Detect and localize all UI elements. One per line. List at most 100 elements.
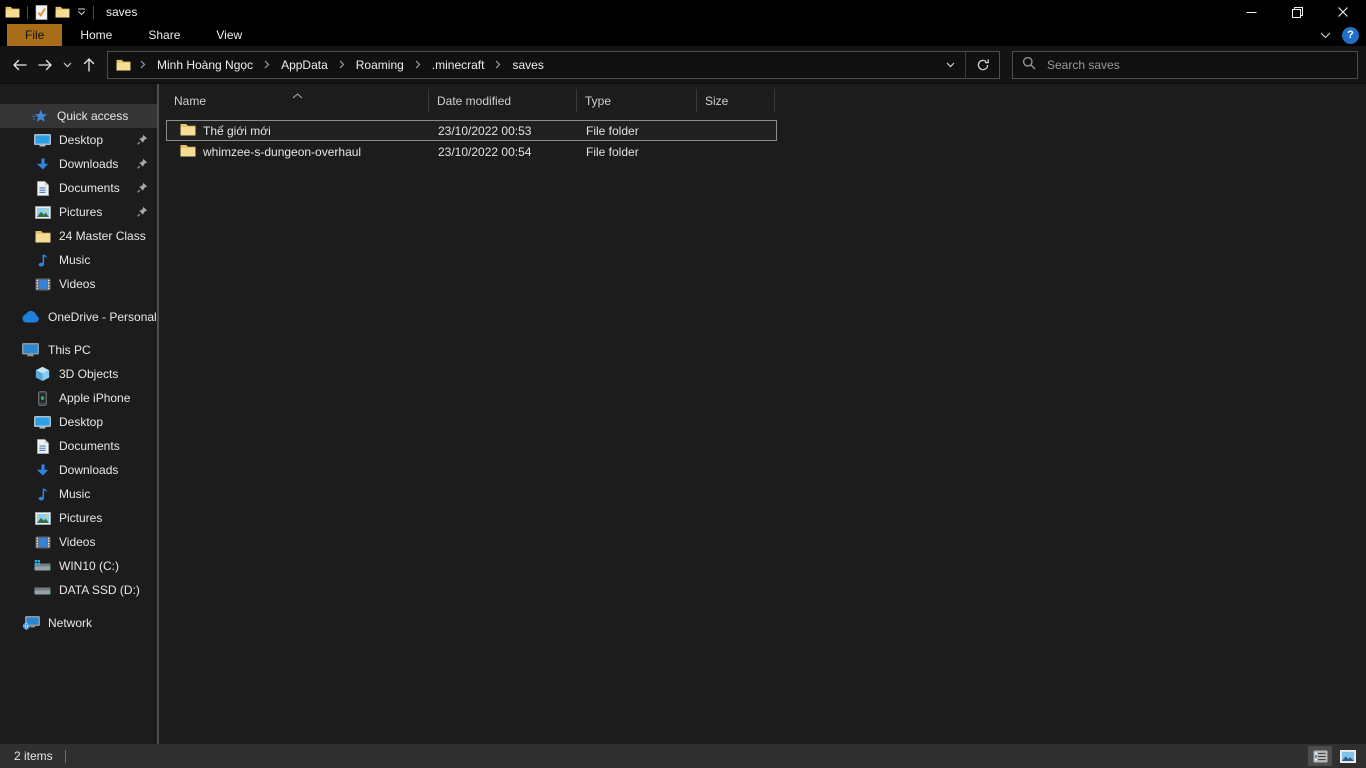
- new-folder-icon[interactable]: [55, 6, 70, 18]
- document-icon: [33, 438, 52, 454]
- navigation-toolbar: Minh Hoàng Ngọc AppData Roaming .minecra…: [0, 46, 1366, 84]
- breadcrumb-chevron-icon[interactable]: [336, 52, 348, 78]
- sidebar-item-data-ssd-d[interactable]: DATA SSD (D:): [0, 578, 157, 602]
- back-button[interactable]: [6, 52, 32, 78]
- sidebar-item-pc-videos[interactable]: Videos: [0, 530, 157, 554]
- restore-button[interactable]: [1274, 0, 1320, 24]
- breadcrumb-chevron-icon[interactable]: [261, 52, 273, 78]
- breadcrumb-chevron-icon[interactable]: [492, 52, 504, 78]
- sidebar-item-pc-pictures[interactable]: Pictures: [0, 506, 157, 530]
- help-icon[interactable]: ?: [1342, 26, 1359, 44]
- name-cell: whimzee-s-dungeon-overhaul: [167, 144, 430, 160]
- column-headers: Name Date modified Type Size: [166, 88, 1366, 112]
- address-dropdown-button[interactable]: [935, 52, 965, 78]
- breadcrumb-item-saves[interactable]: saves: [504, 52, 551, 78]
- column-header-date-modified[interactable]: Date modified: [429, 89, 577, 112]
- search-input[interactable]: [1045, 56, 1348, 73]
- chevron-down-icon: [63, 62, 71, 67]
- sidebar-item-pc-downloads[interactable]: Downloads: [0, 458, 157, 482]
- tab-file[interactable]: File: [7, 24, 63, 46]
- properties-icon[interactable]: [35, 4, 48, 20]
- recent-locations-button[interactable]: [58, 52, 76, 78]
- refresh-button[interactable]: [965, 51, 999, 78]
- table-row-whimzee-s-dungeon-overhaul[interactable]: whimzee-s-dungeon-overhaul 23/10/2022 00…: [166, 141, 777, 162]
- sidebar-item-videos[interactable]: Videos: [0, 272, 157, 296]
- drive-icon: [33, 585, 52, 596]
- picture-icon: [33, 205, 52, 219]
- tab-home[interactable]: Home: [62, 24, 130, 46]
- tab-share[interactable]: Share: [130, 24, 198, 46]
- column-header-type[interactable]: Type: [577, 89, 697, 112]
- column-header-size[interactable]: Size: [697, 89, 775, 112]
- sidebar-item-pictures[interactable]: Pictures: [0, 200, 157, 224]
- details-view-button[interactable]: [1308, 746, 1332, 766]
- minimize-button[interactable]: [1228, 0, 1274, 24]
- thumbnail-view-icon: [1340, 749, 1356, 763]
- sidebar-item-pc-desktop[interactable]: Desktop: [0, 410, 157, 434]
- sidebar-item-label: Music: [59, 253, 91, 267]
- app-folder-icon[interactable]: [5, 6, 20, 18]
- sidebar-item-network[interactable]: Network: [0, 611, 157, 635]
- items-count: 2 items: [14, 749, 53, 763]
- breadcrumb-item-appdata[interactable]: AppData: [273, 52, 336, 78]
- sidebar-section-gap: [0, 329, 157, 338]
- name-cell: Thế giới mới: [167, 123, 430, 139]
- breadcrumb-item-roaming[interactable]: Roaming: [348, 52, 412, 78]
- sidebar-item-label: Pictures: [59, 205, 103, 219]
- breadcrumb-item-user[interactable]: Minh Hoàng Ngọc: [149, 52, 261, 78]
- file-name: whimzee-s-dungeon-overhaul: [203, 144, 362, 159]
- customize-qat-chevron-icon[interactable]: [77, 8, 86, 16]
- file-list-pane: Name Date modified Type Size Thế giới mớ…: [159, 84, 1366, 744]
- sidebar-item-downloads[interactable]: Downloads: [0, 152, 157, 176]
- sidebar-item-music[interactable]: Music: [0, 248, 157, 272]
- breadcrumb-chevron-icon[interactable]: [412, 52, 424, 78]
- sidebar-item-label: Videos: [59, 535, 96, 549]
- tab-view[interactable]: View: [198, 24, 260, 46]
- document-icon: [33, 180, 52, 196]
- sidebar-item-pc-music[interactable]: Music: [0, 482, 157, 506]
- details-view-icon: [1313, 750, 1327, 762]
- search-box[interactable]: [1012, 50, 1358, 79]
- file-list: Thế giới mới 23/10/2022 00:53 File folde…: [166, 120, 1366, 162]
- pin-icon: [137, 206, 148, 220]
- sidebar-item-this-pc[interactable]: This PC: [0, 338, 157, 362]
- sidebar-item-24-master-class[interactable]: 24 Master Class: [0, 224, 157, 248]
- refresh-icon: [977, 58, 989, 70]
- minimize-icon: [1246, 11, 1256, 13]
- sidebar-item-label: WIN10 (C:): [59, 559, 119, 573]
- forward-button[interactable]: [32, 52, 58, 78]
- status-separator: [64, 749, 66, 763]
- table-row-the-gioi-moi[interactable]: Thế giới mới 23/10/2022 00:53 File folde…: [166, 120, 777, 141]
- thumbnail-view-button[interactable]: [1336, 746, 1360, 766]
- sidebar-item-win10-c[interactable]: WIN10 (C:): [0, 554, 157, 578]
- sidebar-item-3d-objects[interactable]: 3D Objects: [0, 362, 157, 386]
- pin-icon: [137, 134, 148, 148]
- sidebar-item-label: Downloads: [59, 463, 119, 477]
- ribbon-right-controls: ?: [1320, 24, 1366, 46]
- sidebar-item-label: 24 Master Class: [59, 229, 146, 243]
- close-button[interactable]: [1320, 0, 1366, 24]
- film-icon: [33, 536, 52, 549]
- file-explorer-window: saves File Home Share View ? Minh Hoàng …: [0, 0, 1366, 768]
- sidebar-item-label: Desktop: [59, 415, 104, 429]
- sidebar-item-label: Music: [59, 487, 91, 501]
- minimize-ribbon-chevron-icon[interactable]: [1320, 28, 1331, 42]
- breadcrumb-item-minecraft[interactable]: .minecraft: [424, 52, 493, 78]
- sidebar-item-label: OneDrive - Personal: [48, 310, 157, 324]
- sidebar-item-pc-documents[interactable]: Documents: [0, 434, 157, 458]
- download-arrow-icon: [33, 158, 52, 171]
- sidebar-item-apple-iphone[interactable]: Apple iPhone: [0, 386, 157, 410]
- up-button[interactable]: [76, 52, 102, 78]
- sidebar-item-label: Documents: [59, 439, 120, 453]
- sidebar-item-label: This PC: [48, 343, 91, 357]
- address-bar[interactable]: Minh Hoàng Ngọc AppData Roaming .minecra…: [107, 50, 1000, 79]
- sidebar-item-label: Pictures: [59, 511, 103, 525]
- sidebar-item-onedrive[interactable]: OneDrive - Personal: [0, 305, 157, 329]
- breadcrumb-chevron-icon[interactable]: [137, 52, 149, 78]
- separator: [93, 5, 94, 19]
- folder-icon: [33, 230, 52, 243]
- sidebar-item-quick-access[interactable]: Quick access: [0, 104, 157, 128]
- navigation-pane: Quick access Desktop Downloads Documents…: [0, 84, 157, 744]
- sidebar-item-documents[interactable]: Documents: [0, 176, 157, 200]
- sidebar-item-desktop[interactable]: Desktop: [0, 128, 157, 152]
